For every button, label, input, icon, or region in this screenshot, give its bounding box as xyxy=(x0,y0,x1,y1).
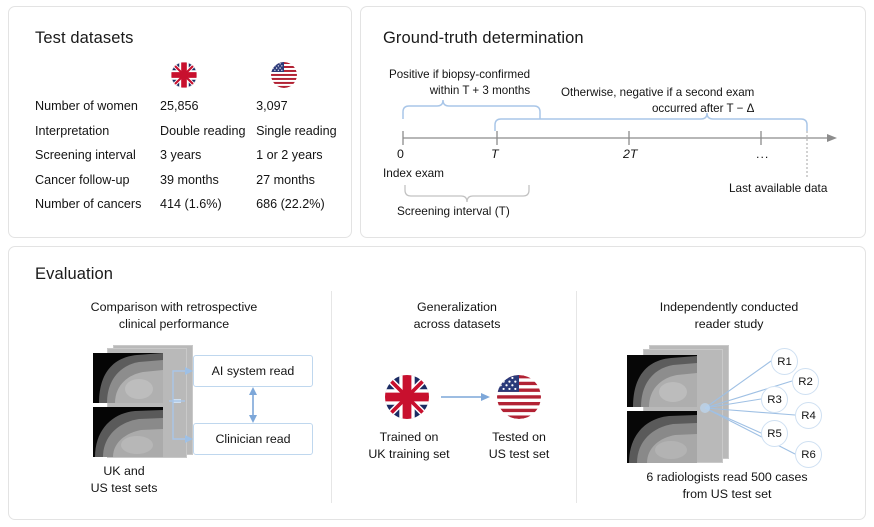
mammogram-stack-comparison xyxy=(93,345,191,457)
reader-label: R6 xyxy=(801,449,816,461)
reader-badge-r5: R5 xyxy=(761,420,788,447)
divider-1 xyxy=(331,291,332,503)
comparison-caption: UK and US test sets xyxy=(49,463,199,496)
note-negative-line1: Otherwise, negative if a second exam xyxy=(561,85,754,101)
test-datasets-panel: Test datasets xyxy=(8,6,352,238)
ai-system-read-box: AI system read xyxy=(193,355,313,387)
row-value-us: 1 or 2 years xyxy=(256,148,345,173)
reader-study-caption: 6 radiologists read 500 cases from US te… xyxy=(597,469,857,502)
us-flag-icon xyxy=(497,375,541,419)
row-label: Screening interval xyxy=(35,148,160,173)
label-index-exam: Index exam xyxy=(383,166,444,180)
reader-study-heading: Independently conducted reader study xyxy=(599,299,859,332)
row-value-us: Single reading xyxy=(256,124,345,149)
generalization-target-line2: US test set xyxy=(464,446,574,463)
row-label: Number of cancers xyxy=(35,197,160,222)
table-row: Interpretation Double reading Single rea… xyxy=(35,124,345,149)
row-value-uk: 3 years xyxy=(160,148,256,173)
reader-study-heading-line1: Independently conducted xyxy=(599,299,859,316)
row-value-uk: Double reading xyxy=(160,124,256,149)
us-flag-icon xyxy=(271,62,297,88)
row-value-uk: 414 (1.6%) xyxy=(160,197,256,222)
reader-label: R3 xyxy=(767,394,782,406)
note-negative: Otherwise, negative if a second exam occ… xyxy=(561,85,754,116)
label-last-available-data: Last available data xyxy=(729,181,827,195)
row-value-uk: 39 months xyxy=(160,173,256,198)
uk-flag-icon xyxy=(385,375,429,419)
comparison-heading-line1: Comparison with retrospective xyxy=(49,299,299,316)
ground-truth-panel: Ground-truth determination Positive if b… xyxy=(360,6,866,238)
comparison-caption-line2: US test sets xyxy=(49,480,199,497)
page-title-test-datasets: Test datasets xyxy=(35,29,134,48)
row-value-us: 686 (22.2%) xyxy=(256,197,345,222)
table-row: Number of women 25,856 3,097 xyxy=(35,99,345,124)
evaluation-panel: Evaluation Comparison with retrospective… xyxy=(8,246,866,520)
tick-label-dots: ... xyxy=(756,147,769,161)
ai-system-read-label: AI system read xyxy=(212,364,295,378)
reader-label: R4 xyxy=(801,410,816,422)
clinician-read-box: Clinician read xyxy=(193,423,313,455)
clinician-read-label: Clinician read xyxy=(215,432,290,446)
generalization-source-caption: Trained on UK training set xyxy=(354,429,464,462)
reader-badge-r3: R3 xyxy=(761,386,788,413)
generalization-heading: Generalization across datasets xyxy=(357,299,557,332)
tick-label-t: T xyxy=(491,147,499,161)
datasets-table: Number of women 25,856 3,097 Interpretat… xyxy=(35,99,345,222)
reader-study-caption-line1: 6 radiologists read 500 cases xyxy=(597,469,857,486)
generalization-target-caption: Tested on US test set xyxy=(464,429,574,462)
generalization-heading-line2: across datasets xyxy=(357,316,557,333)
reader-label: R2 xyxy=(798,376,813,388)
row-label: Cancer follow-up xyxy=(35,173,160,198)
note-positive-line2: within T + 3 months xyxy=(389,83,530,99)
row-value-us: 27 months xyxy=(256,173,345,198)
row-value-us: 3,097 xyxy=(256,99,345,124)
row-label: Interpretation xyxy=(35,124,160,149)
table-row: Number of cancers 414 (1.6%) 686 (22.2%) xyxy=(35,197,345,222)
reader-label: R1 xyxy=(777,356,792,368)
reader-study-caption-line2: from US test set xyxy=(597,486,857,503)
note-positive-line1: Positive if biopsy-confirmed xyxy=(389,67,530,83)
table-row: Cancer follow-up 39 months 27 months xyxy=(35,173,345,198)
generalization-heading-line1: Generalization xyxy=(357,299,557,316)
generalization-source-line2: UK training set xyxy=(354,446,464,463)
generalization-target-line1: Tested on xyxy=(464,429,574,446)
reader-badge-r4: R4 xyxy=(795,402,822,429)
tick-label-2t: 2T xyxy=(623,147,637,161)
reader-badge-r2: R2 xyxy=(792,368,819,395)
reader-study-heading-line2: reader study xyxy=(599,316,859,333)
table-row: Screening interval 3 years 1 or 2 years xyxy=(35,148,345,173)
reader-badge-r1: R1 xyxy=(771,348,798,375)
row-value-uk: 25,856 xyxy=(160,99,256,124)
page-title-evaluation: Evaluation xyxy=(35,265,113,284)
note-negative-line2: occurred after T − Δ xyxy=(561,101,754,117)
page-title-ground-truth: Ground-truth determination xyxy=(383,29,584,48)
comparison-heading: Comparison with retrospective clinical p… xyxy=(49,299,299,332)
comparison-heading-line2: clinical performance xyxy=(49,316,299,333)
divider-2 xyxy=(576,291,577,503)
reader-label: R5 xyxy=(767,428,782,440)
tick-label-0: 0 xyxy=(397,147,404,161)
row-label: Number of women xyxy=(35,99,160,124)
reader-badge-r6: R6 xyxy=(795,441,822,468)
mammogram-stack-reader xyxy=(627,345,727,463)
label-screening-interval: Screening interval (T) xyxy=(397,204,510,218)
note-positive: Positive if biopsy-confirmed within T + … xyxy=(389,67,530,98)
uk-flag-icon xyxy=(171,62,197,88)
comparison-caption-line1: UK and xyxy=(49,463,199,480)
generalization-source-line1: Trained on xyxy=(354,429,464,446)
